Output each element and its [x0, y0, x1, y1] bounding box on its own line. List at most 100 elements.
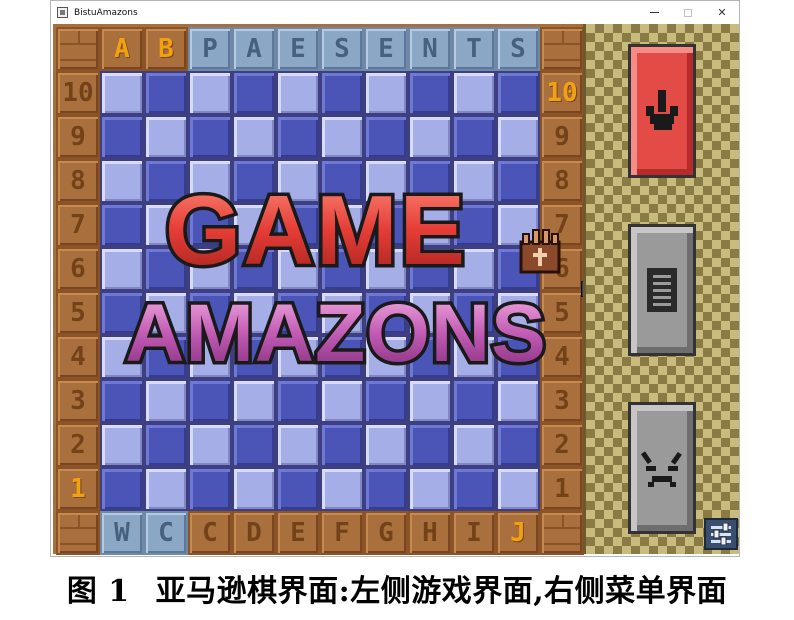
board-cell[interactable]: [364, 203, 408, 247]
board-cell[interactable]: [144, 159, 188, 203]
board-cell[interactable]: [276, 291, 320, 335]
board-cell[interactable]: [276, 159, 320, 203]
board-cell[interactable]: [276, 115, 320, 159]
board-cell[interactable]: [408, 247, 452, 291]
close-button[interactable]: ✕: [705, 1, 739, 24]
board-cell[interactable]: [100, 423, 144, 467]
board-cell[interactable]: [100, 203, 144, 247]
board-cell[interactable]: [408, 159, 452, 203]
board-cell[interactable]: [144, 467, 188, 511]
quit-button[interactable]: [628, 402, 696, 534]
board-cell[interactable]: [232, 379, 276, 423]
board-cell[interactable]: [408, 335, 452, 379]
board-cell[interactable]: [100, 159, 144, 203]
board-cell[interactable]: [452, 247, 496, 291]
board-cell[interactable]: [188, 71, 232, 115]
board-cell[interactable]: [364, 247, 408, 291]
board-cell[interactable]: [364, 335, 408, 379]
settings-button[interactable]: [704, 518, 738, 550]
board-cell[interactable]: [496, 379, 540, 423]
board-cell[interactable]: [320, 247, 364, 291]
board-cell[interactable]: [320, 203, 364, 247]
board-cell[interactable]: [320, 291, 364, 335]
board-cell[interactable]: [276, 423, 320, 467]
board-cell[interactable]: [364, 379, 408, 423]
board-cell[interactable]: [276, 203, 320, 247]
board-cell[interactable]: [100, 71, 144, 115]
board-cell[interactable]: [144, 335, 188, 379]
board-cell[interactable]: [496, 247, 540, 291]
board-cell[interactable]: [364, 467, 408, 511]
board-cell[interactable]: [276, 467, 320, 511]
board-cell[interactable]: [188, 467, 232, 511]
board-cell[interactable]: [320, 423, 364, 467]
board-cell[interactable]: [408, 379, 452, 423]
board-cell[interactable]: [276, 247, 320, 291]
board-cell[interactable]: [144, 379, 188, 423]
board-cell[interactable]: [276, 335, 320, 379]
title-bar[interactable]: BistuAmazons ✕: [51, 1, 739, 24]
board-cell[interactable]: [320, 115, 364, 159]
board-cell[interactable]: [496, 115, 540, 159]
board-cell[interactable]: [452, 379, 496, 423]
board-cell[interactable]: [232, 203, 276, 247]
board-cell[interactable]: [408, 203, 452, 247]
board-cell[interactable]: [188, 335, 232, 379]
maximize-button[interactable]: [671, 1, 705, 24]
board-cell[interactable]: [496, 291, 540, 335]
board-cell[interactable]: [496, 467, 540, 511]
board-cell[interactable]: [144, 423, 188, 467]
board-cell[interactable]: [188, 423, 232, 467]
board-cell[interactable]: [188, 159, 232, 203]
board-cell[interactable]: [364, 115, 408, 159]
board-cell[interactable]: [320, 71, 364, 115]
board-cell[interactable]: [452, 203, 496, 247]
board-cell[interactable]: [100, 247, 144, 291]
board-cell[interactable]: [100, 335, 144, 379]
board-cell[interactable]: [276, 71, 320, 115]
board-cell[interactable]: [364, 291, 408, 335]
board-cell[interactable]: [320, 159, 364, 203]
board-cell[interactable]: [452, 115, 496, 159]
board-cell[interactable]: [364, 423, 408, 467]
board-cell[interactable]: [320, 335, 364, 379]
board-cell[interactable]: [496, 159, 540, 203]
board-cell[interactable]: [144, 115, 188, 159]
board-cell[interactable]: [144, 291, 188, 335]
board-cell[interactable]: [144, 247, 188, 291]
board-cell[interactable]: [364, 71, 408, 115]
board-cell[interactable]: [232, 335, 276, 379]
rules-button[interactable]: [628, 224, 696, 356]
board-cell[interactable]: [232, 423, 276, 467]
board-cell[interactable]: [452, 291, 496, 335]
board-cell[interactable]: [496, 423, 540, 467]
board-cell[interactable]: [320, 467, 364, 511]
board-cell[interactable]: [408, 115, 452, 159]
board-cell[interactable]: [496, 203, 540, 247]
start-game-button[interactable]: [628, 44, 696, 178]
board-cell[interactable]: [496, 71, 540, 115]
board-cell[interactable]: [100, 291, 144, 335]
board-cell[interactable]: [144, 71, 188, 115]
board-cell[interactable]: [364, 159, 408, 203]
board-cell[interactable]: [100, 467, 144, 511]
board-cell[interactable]: [188, 379, 232, 423]
board-cell[interactable]: [408, 423, 452, 467]
board-cell[interactable]: [496, 335, 540, 379]
board-cell[interactable]: [232, 159, 276, 203]
board-cell[interactable]: [188, 247, 232, 291]
board-cell[interactable]: [188, 203, 232, 247]
minimize-button[interactable]: [637, 1, 671, 24]
board-cell[interactable]: [452, 423, 496, 467]
board-cell[interactable]: [408, 467, 452, 511]
board-cell[interactable]: [100, 115, 144, 159]
board-cell[interactable]: [144, 203, 188, 247]
board-cell[interactable]: [232, 71, 276, 115]
board-cell[interactable]: [188, 291, 232, 335]
board-cell[interactable]: [408, 71, 452, 115]
board-cell[interactable]: [232, 467, 276, 511]
board-cell[interactable]: [320, 379, 364, 423]
board-cell[interactable]: [452, 71, 496, 115]
board-cell[interactable]: [452, 335, 496, 379]
board-cell[interactable]: [188, 115, 232, 159]
